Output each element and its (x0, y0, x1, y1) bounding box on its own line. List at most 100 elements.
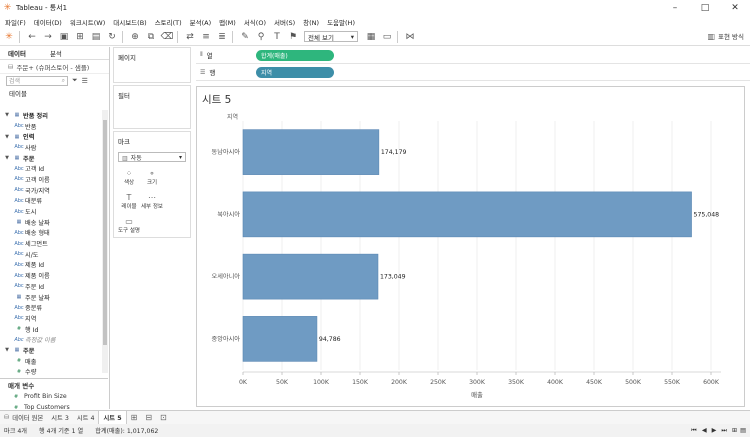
menu-map[interactable]: 맵(M) (219, 17, 236, 27)
menu-help[interactable]: 도움말(H) (327, 17, 355, 27)
field-item[interactable]: Abc 지역 (0, 313, 102, 324)
prev-sheet-icon[interactable]: ◀ (702, 427, 707, 434)
tab-analytics[interactable]: 분석 (50, 48, 62, 58)
tab-sheet-4[interactable]: 시트 4 (73, 411, 99, 425)
field-item[interactable]: Abc 측정값 이름 (0, 334, 102, 345)
bar[interactable] (242, 253, 379, 300)
rows-pill[interactable]: 지역 (256, 66, 334, 78)
field-item[interactable]: Abc 시/도 (0, 249, 102, 260)
forward-icon[interactable]: → (41, 30, 55, 44)
field-item[interactable]: ▦ 배송 날짜 (0, 217, 102, 228)
clear-sheet-icon[interactable]: ⌫ (160, 30, 174, 44)
bar[interactable] (242, 191, 692, 238)
refresh-icon[interactable]: ↻ (105, 30, 119, 44)
close-button[interactable]: ✕ (720, 0, 750, 15)
show-me-button[interactable]: ▥ 표현 방식 (707, 31, 744, 42)
table-folder[interactable]: ▼ ▦ 반품 정리 (0, 110, 102, 121)
field-item[interactable]: # 수량 (0, 367, 102, 378)
bar[interactable] (242, 316, 318, 362)
menu-worksheet[interactable]: 워크시트(W) (70, 17, 105, 27)
filters-card[interactable]: 필터 (113, 85, 191, 129)
next-sheet-icon[interactable]: ▶ (712, 427, 717, 434)
show-cards-icon[interactable]: ▦ (364, 30, 378, 44)
field-item[interactable]: Abc 고객 Id (0, 163, 102, 174)
field-item[interactable]: Abc 세그먼트 (0, 238, 102, 249)
share-icon[interactable]: ⋈ (403, 30, 417, 44)
menu-format[interactable]: 서식(O) (244, 17, 266, 27)
field-item[interactable]: Abc 주문 Id (0, 281, 102, 292)
back-icon[interactable]: ← (25, 30, 39, 44)
field-item[interactable]: ▦ 주문 날짜 (0, 292, 102, 303)
new-worksheet-icon[interactable]: ⊕ (128, 30, 142, 44)
minimize-button[interactable]: – (660, 0, 690, 15)
field-item[interactable]: Abc 도시 (0, 206, 102, 217)
table-folder[interactable]: ▼ ▦ 주문 (0, 345, 102, 356)
new-dashboard-icon[interactable]: ⊟ (141, 413, 156, 422)
maximize-button[interactable]: □ (690, 0, 720, 15)
new-worksheet-icon[interactable]: ⊞ (127, 413, 142, 422)
tab-sheet-3[interactable]: 시트 3 (47, 411, 73, 425)
tab-data[interactable]: 데이터 (8, 48, 26, 58)
rows-shelf[interactable]: ☰ 행 지역 (196, 64, 750, 81)
columns-shelf[interactable]: ⦀ 열 합계(매출) (196, 47, 750, 64)
field-item[interactable]: Abc 제품 이름 (0, 270, 102, 281)
field-item[interactable]: Abc 사람 (0, 142, 102, 153)
tableau-start-icon[interactable]: ✳ (2, 30, 16, 44)
view-options-icon[interactable]: ☰ (82, 77, 88, 85)
sort-ascending-icon[interactable]: ≡ (199, 30, 213, 44)
field-item[interactable]: Abc 반품 (0, 121, 102, 132)
bar-chart[interactable]: 지역동남아시아 174,179 북아시아 575,048 오세아니아 173,049 중앙아… (197, 87, 744, 406)
field-item[interactable]: Abc 국가/지역 (0, 185, 102, 196)
menu-dashboard[interactable]: 대시보드(B) (113, 17, 146, 27)
parameter-item[interactable]: # Profit Bin Size (0, 391, 108, 402)
new-data-source-icon[interactable]: ⊞ (73, 30, 87, 44)
menu-file[interactable]: 파일(F) (5, 17, 26, 27)
mark-type-select[interactable]: ▥ 자동 ▾ (118, 152, 186, 162)
menu-data[interactable]: 데이터(D) (34, 17, 62, 27)
field-item[interactable]: # 매출 (0, 356, 102, 367)
scrollbar-thumb[interactable] (103, 120, 107, 345)
field-item[interactable]: Abc 대분류 (0, 196, 102, 207)
menu-window[interactable]: 창(N) (303, 17, 319, 27)
bar[interactable] (242, 129, 380, 175)
pin-icon[interactable]: ⚑ (286, 30, 300, 44)
field-item[interactable]: Abc 중분류 (0, 302, 102, 313)
tab-data-source[interactable]: ⛁ 데이터 원본 (0, 411, 47, 425)
pause-updates-icon[interactable]: ▤ (89, 30, 103, 44)
search-input[interactable]: 검색 ⌕ (6, 75, 68, 86)
swap-icon[interactable]: ⇄ (183, 30, 197, 44)
sort-descending-icon[interactable]: ≣ (215, 30, 229, 44)
save-icon[interactable]: ▣ (57, 30, 71, 44)
field-item[interactable]: Abc 고객 이름 (0, 174, 102, 185)
color-button[interactable]: ⁘ 색상 (118, 166, 140, 188)
fit-select[interactable]: 전체 보기 ▾ (304, 31, 358, 42)
table-folder[interactable]: ▼ ▦ 주문 (0, 153, 102, 164)
pages-card[interactable]: 페이지 (113, 47, 191, 83)
field-scrollbar[interactable] (102, 110, 108, 373)
highlight-icon[interactable]: ✎ (238, 30, 252, 44)
tab-sheet-5[interactable]: 시트 5 (98, 410, 127, 425)
sheet-sorter-icon[interactable]: ⊞ (732, 427, 737, 434)
table-folder[interactable]: ▼ ▦ 인력 (0, 131, 102, 142)
label-button[interactable]: T 레이블 (118, 190, 140, 212)
columns-pill[interactable]: 합계(매출) (256, 49, 334, 61)
menu-story[interactable]: 스토리(T) (155, 17, 182, 27)
labels-icon[interactable]: T (270, 30, 284, 44)
presentation-icon[interactable]: ▭ (380, 30, 394, 44)
duplicate-icon[interactable]: ⧉ (144, 30, 158, 44)
filter-icon[interactable]: ⏷ (72, 76, 78, 85)
size-button[interactable]: ⚬ 크기 (141, 166, 163, 188)
tooltip-button[interactable]: ▭ 도구 설명 (118, 214, 140, 236)
filmstrip-icon[interactable]: ▤ (740, 427, 746, 434)
menu-server[interactable]: 서버(S) (274, 17, 295, 27)
new-story-icon[interactable]: ⊡ (156, 413, 171, 422)
last-sheet-icon[interactable]: ⏭ (721, 427, 727, 435)
field-item[interactable]: Abc 배송 형태 (0, 228, 102, 239)
data-source-item[interactable]: ⛁ 주문+ (슈퍼스토어 - 샘플) (0, 60, 109, 74)
first-sheet-icon[interactable]: ⏮ (691, 427, 697, 435)
field-item[interactable]: # 행 Id (0, 324, 102, 335)
detail-button[interactable]: ⋯ 세부 정보 (141, 190, 163, 212)
menu-analysis[interactable]: 분석(A) (190, 17, 211, 27)
field-item[interactable]: Abc 제품 Id (0, 260, 102, 271)
group-icon[interactable]: ⚲ (254, 30, 268, 44)
